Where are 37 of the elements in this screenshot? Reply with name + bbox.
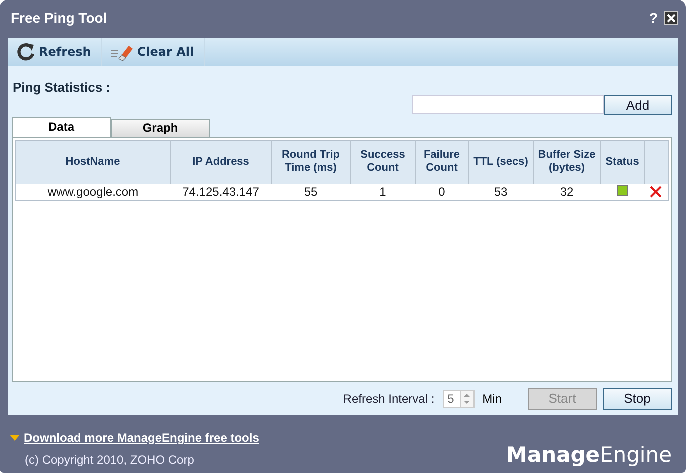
column-header[interactable]: Success Count [350, 140, 416, 184]
column-header[interactable]: TTL (secs) [468, 140, 534, 184]
window-title: Free Ping Tool [11, 10, 108, 26]
action-button[interactable]: Stop [603, 388, 672, 410]
close-icon [666, 14, 676, 22]
refresh-icon [16, 42, 36, 62]
eraser-icon [110, 43, 134, 61]
triangle-icon [10, 435, 20, 441]
delete-button[interactable] [650, 186, 662, 198]
column-header[interactable]: Buffer Size (bytes) [534, 140, 600, 184]
table-cell: www.google.com [16, 184, 170, 200]
manageengine-logo: ManageEngine [506, 443, 672, 467]
help-button[interactable]: ? [647, 10, 660, 26]
table-cell: 32 [534, 184, 600, 200]
spinner-arrows-icon [460, 390, 474, 408]
column-header[interactable]: Status [600, 140, 644, 184]
add-button[interactable]: Add [604, 95, 672, 115]
column-header[interactable]: Failure Count [416, 140, 468, 184]
tab[interactable]: Data [12, 116, 111, 137]
host-input-field[interactable] [412, 95, 604, 114]
copyright-text: (c) Copyright 2010, ZOHO Corp [24, 453, 196, 467]
table-cell: 1 [350, 184, 416, 200]
delete-icon [650, 186, 662, 198]
table-cell: 74.125.43.147 [170, 184, 272, 200]
interval-spinner[interactable]: 5 [442, 390, 475, 408]
refresh-interval-label: Refresh Interval : [343, 392, 435, 406]
table-cell: 53 [468, 184, 534, 200]
column-header[interactable]: HostName [16, 140, 170, 184]
close-button[interactable] [664, 11, 678, 25]
table-cell: 0 [416, 184, 468, 200]
download-link[interactable]: Download more ManageEngine free tools [24, 431, 260, 445]
tab[interactable]: Graph [111, 118, 210, 137]
column-header[interactable]: Round Trip Time (ms) [272, 140, 350, 184]
unit-label: Min [482, 392, 502, 406]
table-cell: 55 [272, 184, 350, 200]
column-header[interactable]: IP Address [170, 140, 272, 184]
section-title: Ping Statistics : [13, 80, 112, 95]
